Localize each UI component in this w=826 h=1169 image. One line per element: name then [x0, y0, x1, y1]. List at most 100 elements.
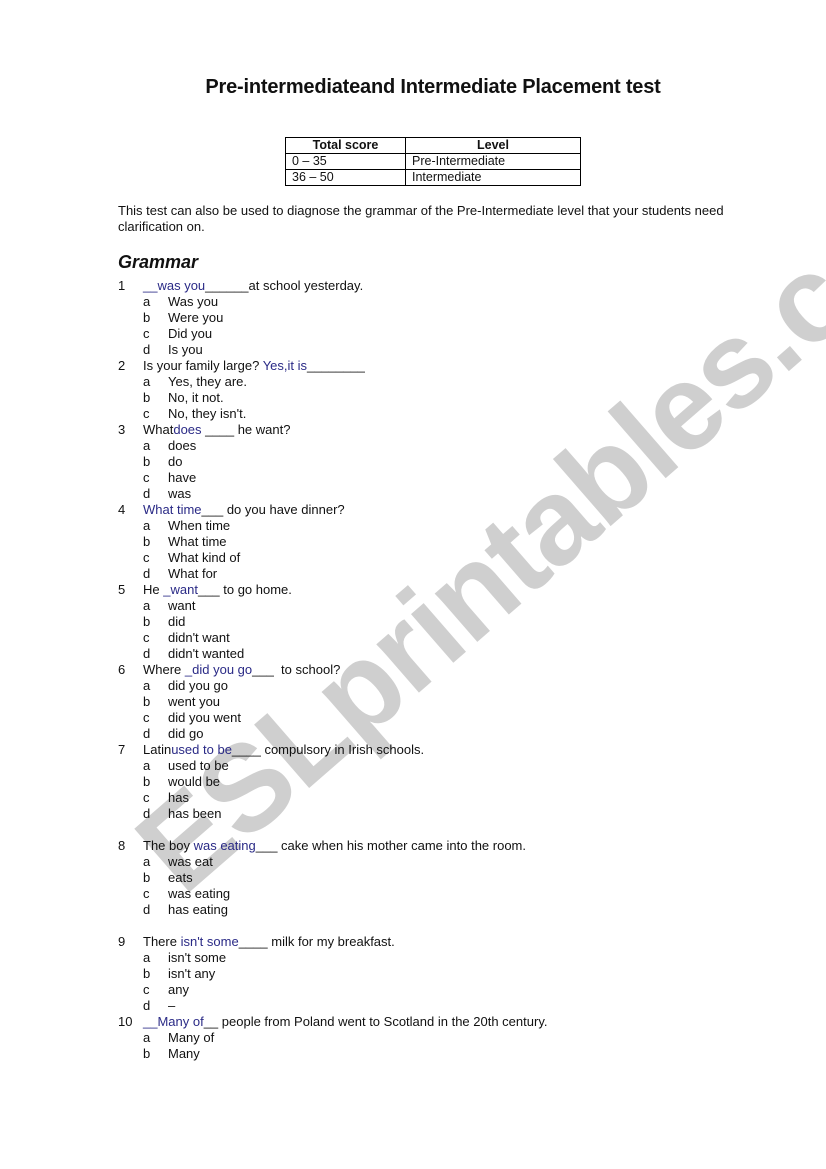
option-d: d was: [118, 486, 758, 502]
option-a: a want: [118, 598, 758, 614]
option-c: c any: [118, 982, 758, 998]
question-stem: 4 What time___ do you have dinner?: [118, 502, 758, 518]
question-text-before: The boy: [143, 838, 194, 853]
option-a: a used to be: [118, 758, 758, 774]
option-letter: b: [143, 534, 151, 549]
question-stem: 7 Latinused to be____ compulsory in Irish…: [118, 742, 758, 758]
question-stem: 10 __Many of__ people from Poland went to…: [118, 1014, 758, 1030]
header-level: Level: [405, 137, 581, 154]
question-8: 8 The boy was eating___ cake when his mot…: [118, 838, 758, 918]
option-a: a Many of: [118, 1030, 758, 1046]
question-text-before: Latin: [143, 742, 172, 757]
option-text: did you go: [168, 678, 228, 693]
option-letter: d: [143, 806, 151, 821]
question-5: 5 He _want___ to go home. a want b did c didn't…: [118, 582, 758, 662]
question-text: Whatdoes ____ he want?: [143, 422, 758, 438]
question-text: Latinused to be____ compulsory in Irish …: [143, 742, 758, 758]
question-text-after: ________: [307, 358, 365, 373]
question-text-after: ____ he want?: [201, 422, 291, 437]
level-name: Pre-Intermediate: [405, 153, 581, 170]
option-d: d –: [118, 998, 758, 1014]
option-letter: b: [143, 966, 151, 981]
filled-answer: was eating: [193, 838, 256, 853]
option-text: went you: [168, 694, 221, 709]
question-text-after: ___ to go home.: [197, 582, 292, 597]
page-title: Pre-intermediateand Intermediate Placeme…: [205, 76, 661, 98]
question-text-before: There: [143, 934, 181, 949]
filled-answer: Yes,it is: [262, 358, 308, 373]
intro-paragraph: This test can also be used to diagnose t…: [118, 203, 724, 234]
question-number: 2: [118, 358, 126, 373]
question-1: 1 __was you______at school yesterday. a Was…: [118, 278, 758, 358]
option-c: c What kind of: [118, 550, 758, 566]
filled-answer: does: [173, 422, 202, 437]
option-a: a isn't some: [118, 950, 758, 966]
question-number: 6: [118, 662, 126, 677]
option-b: b went you: [118, 694, 758, 710]
option-text: has been: [168, 806, 222, 821]
option-letter: d: [143, 726, 151, 741]
option-d: d What for: [118, 566, 758, 582]
option-letter: c: [143, 470, 150, 485]
option-letter: c: [143, 630, 150, 645]
option-a: a Yes, they are.: [118, 374, 758, 390]
option-letter: a: [143, 758, 151, 773]
option-letter: c: [143, 550, 150, 565]
question-stem: 9 There isn't some____ milk for my breakf…: [118, 934, 758, 950]
question-text-before: Is your family large?: [143, 358, 263, 373]
option-letter: b: [143, 310, 151, 325]
option-text: eats: [168, 870, 193, 885]
question-text-after: ______at school yesterday.: [205, 278, 364, 293]
question-text-after: ___ to school?: [252, 662, 341, 677]
option-letter: d: [143, 646, 151, 661]
option-letter: b: [143, 694, 151, 709]
score-range: 0 – 35: [285, 153, 406, 170]
question-text-before: He: [143, 582, 164, 597]
question-number: 7: [118, 742, 126, 757]
option-d: d Is you: [118, 342, 758, 358]
option-letter: c: [143, 790, 150, 805]
option-text: No, it not.: [168, 390, 224, 405]
option-text: didn't wanted: [168, 646, 245, 661]
option-a: a Was you: [118, 294, 758, 310]
option-c: c did you went: [118, 710, 758, 726]
option-text: Is you: [168, 342, 203, 357]
option-d: d did go: [118, 726, 758, 742]
question-stem: 6 Where _did you go___ to school?: [118, 662, 758, 678]
option-text: used to be: [168, 758, 229, 773]
option-text: want: [168, 598, 196, 613]
option-b: b isn't any: [118, 966, 758, 982]
option-text: did: [168, 614, 186, 629]
question-7: 7 Latinused to be____ compulsory in Irish…: [118, 742, 758, 822]
question-text: __was you______at school yesterday.: [143, 278, 758, 294]
score-range: 36 – 50: [285, 169, 406, 186]
option-a: a was eat: [118, 854, 758, 870]
option-text: any: [168, 982, 189, 997]
option-text: No, they isn't.: [168, 406, 247, 421]
option-text: does: [168, 438, 197, 453]
question-text: Is your family large? Yes,it is________: [143, 358, 758, 374]
option-b: b do: [118, 454, 758, 470]
question-text: What time___ do you have dinner?: [143, 502, 758, 518]
question-text-after: ____ compulsory in Irish schools.: [231, 742, 425, 757]
score-table-header: Total score Level: [285, 137, 581, 154]
question-2: 2 Is your family large? Yes,it is________…: [118, 358, 758, 422]
option-text: would be: [168, 774, 221, 789]
option-c: c No, they isn't.: [118, 406, 758, 422]
option-letter: a: [143, 854, 151, 869]
question-text-after: ___ cake when his mother came into the r…: [255, 838, 527, 853]
option-text: When time: [168, 518, 231, 533]
option-text: Yes, they are.: [168, 374, 248, 389]
option-b: b did: [118, 614, 758, 630]
question-text-before: What: [143, 422, 174, 437]
option-letter: a: [143, 518, 151, 533]
option-letter: a: [143, 374, 151, 389]
filled-answer: used to be: [171, 742, 232, 757]
option-text: has eating: [168, 902, 228, 917]
option-text: have: [168, 470, 197, 485]
option-c: c Did you: [118, 326, 758, 342]
option-text: What time: [168, 534, 227, 549]
option-letter: a: [143, 294, 151, 309]
option-letter: a: [143, 1030, 151, 1045]
option-letter: a: [143, 678, 151, 693]
